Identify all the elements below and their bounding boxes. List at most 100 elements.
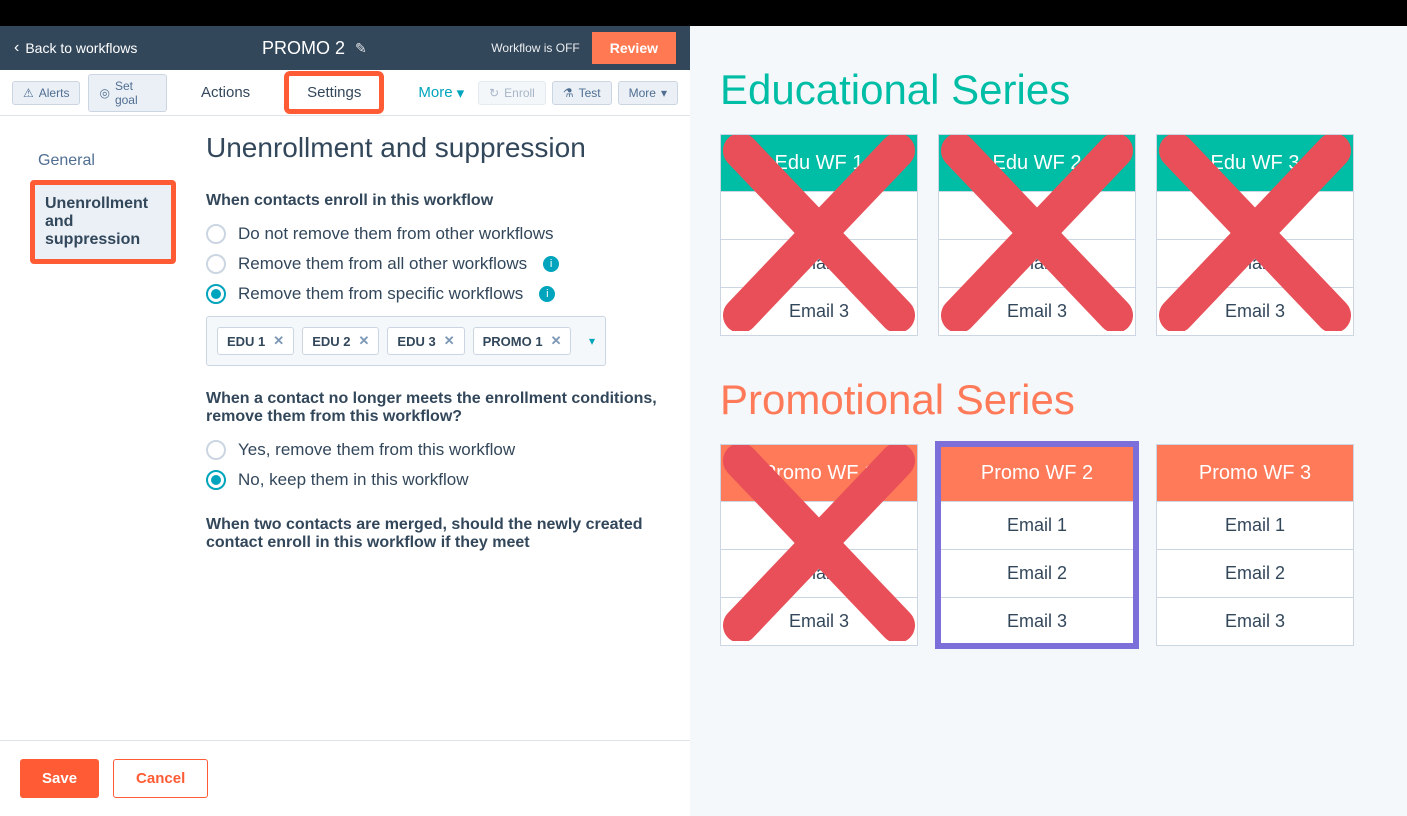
workflow-card-row: Email 3 <box>1157 597 1353 645</box>
settings-sidenav: General Unenrollment and suppression <box>0 116 190 740</box>
alerts-label: Alerts <box>39 86 70 100</box>
workflow-card-row: Email 1 <box>939 191 1135 239</box>
set-goal-button[interactable]: ◎ Set goal <box>88 74 167 112</box>
workflow-card-row: Email 2 <box>939 239 1135 287</box>
browser-top-strip <box>0 0 1407 26</box>
page-title: Unenrollment and suppression <box>206 132 666 164</box>
sidenav-general[interactable]: General <box>30 142 176 180</box>
token-edu2: EDU 2 ✕ <box>302 327 379 355</box>
workflow-card-row: Email 2 <box>939 549 1135 597</box>
token-edu1: EDU 1 ✕ <box>217 327 294 355</box>
warning-icon: ⚠ <box>23 86 34 100</box>
tab-actions[interactable]: Actions <box>195 72 256 113</box>
refresh-icon: ↻ <box>489 86 499 100</box>
remove-token-icon[interactable]: ✕ <box>359 333 370 349</box>
tab-more[interactable]: More ▾ <box>412 72 470 114</box>
caret-down-icon: ▾ <box>661 86 667 100</box>
workflow-card-row: Email 1 <box>721 501 917 549</box>
workflow-card-row: Email 2 <box>721 239 917 287</box>
workflow-card-row: Email 3 <box>939 597 1135 645</box>
footer-actions: Save Cancel <box>0 740 690 816</box>
token-edu3: EDU 3 ✕ <box>387 327 464 355</box>
workflow-card-title: Promo WF 3 <box>1157 445 1353 501</box>
workflow-status: Workflow is OFF <box>491 41 579 55</box>
workflow-header: ‹ Back to workflows PROMO 2 ✎ Workflow i… <box>0 26 690 70</box>
test-button[interactable]: ⚗ Test <box>552 81 612 105</box>
info-icon[interactable]: i <box>543 256 559 272</box>
radio-icon <box>206 440 226 460</box>
edu-card-row: Edu WF 1Email 1Email 2Email 3Edu WF 2Ema… <box>720 134 1377 336</box>
workflow-card-title: Promo WF 2 <box>939 445 1135 501</box>
workflow-card: Edu WF 2Email 1Email 2Email 3 <box>938 134 1136 336</box>
workflow-card: Promo WF 3Email 1Email 2Email 3 <box>1156 444 1354 646</box>
workflow-select-input[interactable]: EDU 1 ✕ EDU 2 ✕ EDU 3 ✕ PROMO 1 ✕ <box>206 316 606 366</box>
workflow-title: PROMO 2 <box>262 38 345 59</box>
token-label: EDU 3 <box>397 334 435 349</box>
radio-no-keep[interactable]: No, keep them in this workflow <box>206 470 666 490</box>
radio-label: Do not remove them from other workflows <box>238 224 554 244</box>
promotional-series-title: Promotional Series <box>720 376 1377 424</box>
workflow-card-row: Email 3 <box>721 597 917 645</box>
radio-do-not-remove[interactable]: Do not remove them from other workflows <box>206 224 666 244</box>
radio-label: No, keep them in this workflow <box>238 470 469 490</box>
workflow-card: Promo WF 1Email 1Email 2Email 3 <box>720 444 918 646</box>
radio-label: Remove them from specific workflows <box>238 284 523 304</box>
cancel-button[interactable]: Cancel <box>113 759 208 798</box>
token-label: EDU 2 <box>312 334 350 349</box>
radio-label: Yes, remove them from this workflow <box>238 440 515 460</box>
back-label: Back to workflows <box>25 40 137 56</box>
workflow-card-row: Email 2 <box>1157 549 1353 597</box>
settings-main: Unenrollment and suppression When contac… <box>190 116 690 740</box>
more-actions-button[interactable]: More ▾ <box>618 81 678 105</box>
enroll-label: Enroll <box>504 86 535 100</box>
chevron-left-icon: ‹ <box>14 39 19 57</box>
caret-down-icon: ▾ <box>457 84 465 102</box>
workflow-card-row: Email 2 <box>721 549 917 597</box>
edit-title-icon[interactable]: ✎ <box>355 40 367 57</box>
workflow-title-wrap: PROMO 2 ✎ <box>149 38 479 59</box>
sidenav-unenrollment[interactable]: Unenrollment and suppression <box>30 180 176 264</box>
workflow-card-row: Email 3 <box>939 287 1135 335</box>
educational-series-title: Educational Series <box>720 66 1377 114</box>
flask-icon: ⚗ <box>563 86 574 100</box>
remove-token-icon[interactable]: ✕ <box>551 333 562 349</box>
review-button[interactable]: Review <box>592 32 676 64</box>
radio-label: Remove them from all other workflows <box>238 254 527 274</box>
radio-icon <box>206 284 226 304</box>
tab-settings[interactable]: Settings <box>284 71 384 114</box>
alerts-button[interactable]: ⚠ Alerts <box>12 81 80 105</box>
more-label: More <box>629 86 656 100</box>
test-label: Test <box>579 86 601 100</box>
radio-remove-specific[interactable]: Remove them from specific workflows i <box>206 284 666 304</box>
question-enroll: When contacts enroll in this workflow <box>206 192 666 210</box>
workflow-card-row: Email 1 <box>1157 501 1353 549</box>
question-merge: When two contacts are merged, should the… <box>206 516 666 552</box>
remove-token-icon[interactable]: ✕ <box>444 333 455 349</box>
radio-remove-all[interactable]: Remove them from all other workflows i <box>206 254 666 274</box>
radio-icon <box>206 470 226 490</box>
workflow-card-row: Email 1 <box>1157 191 1353 239</box>
token-label: EDU 1 <box>227 334 265 349</box>
remove-token-icon[interactable]: ✕ <box>273 333 284 349</box>
workflow-card: Edu WF 1Email 1Email 2Email 3 <box>720 134 918 336</box>
target-icon: ◎ <box>99 86 109 100</box>
workflow-card-row: Email 1 <box>939 501 1135 549</box>
workflow-card-row: Email 3 <box>721 287 917 335</box>
token-label: PROMO 1 <box>483 334 543 349</box>
radio-icon <box>206 224 226 244</box>
tab-more-label: More <box>418 84 452 101</box>
caret-down-icon[interactable]: ▾ <box>589 334 595 348</box>
set-goal-label: Set goal <box>115 79 156 107</box>
promo-card-row: Promo WF 1Email 1Email 2Email 3Promo WF … <box>720 444 1377 646</box>
workflow-card: Edu WF 3Email 1Email 2Email 3 <box>1156 134 1354 336</box>
workflow-card-title: Promo WF 1 <box>721 445 917 501</box>
back-to-workflows-link[interactable]: ‹ Back to workflows <box>14 39 137 57</box>
app-left-panel: ‹ Back to workflows PROMO 2 ✎ Workflow i… <box>0 26 690 816</box>
token-promo1: PROMO 1 ✕ <box>473 327 572 355</box>
workflow-card-row: Email 3 <box>1157 287 1353 335</box>
info-icon[interactable]: i <box>539 286 555 302</box>
workflow-card-title: Edu WF 2 <box>939 135 1135 191</box>
enroll-button: ↻ Enroll <box>478 81 546 105</box>
radio-yes-remove[interactable]: Yes, remove them from this workflow <box>206 440 666 460</box>
save-button[interactable]: Save <box>20 759 99 798</box>
